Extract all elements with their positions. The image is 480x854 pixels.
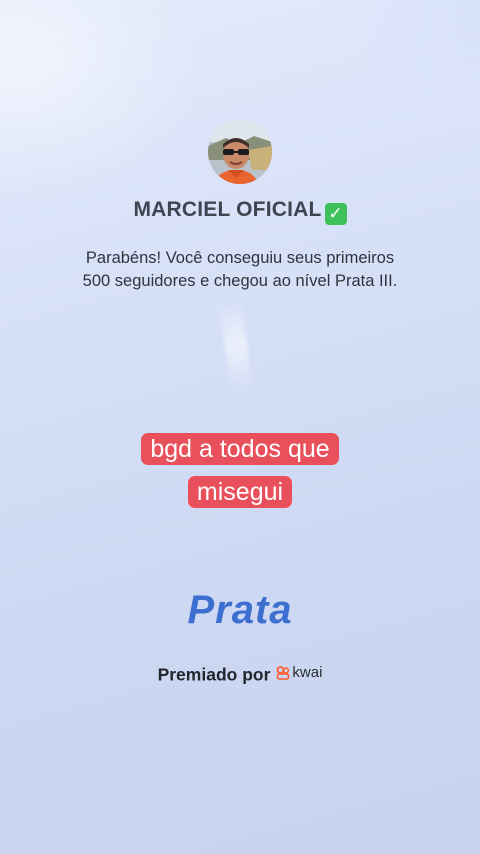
message-line-1: Parabéns! Você conseguiu seus primeiros <box>85 249 395 267</box>
award-label: Premiado por <box>157 664 271 685</box>
message-line-2: 500 seguidores e chegou ao nível Prata I… <box>82 272 398 290</box>
caption-line-1: bgd a todos que <box>141 433 339 465</box>
profile-username: MARCIEL OFICIAL ✓ <box>0 198 480 225</box>
avatar[interactable] <box>208 120 272 184</box>
award-line: Premiado por kwai <box>0 664 480 686</box>
light-streak-decoration <box>218 298 254 392</box>
kwai-brand[interactable]: kwai <box>276 664 322 681</box>
avatar-photo <box>208 120 272 184</box>
level-badge-title: Prata <box>187 588 293 632</box>
caption-line-2: misegui <box>187 476 293 508</box>
kwai-brand-text: kwai <box>292 664 323 681</box>
username-text: MARCIEL OFICIAL <box>133 198 322 221</box>
achievement-message: Parabéns! Você conseguiu seus primeiros … <box>40 247 440 293</box>
video-caption: bgd a todos que misegui <box>0 428 480 514</box>
check-mark-button-icon: ✓ <box>324 203 347 225</box>
kwai-logo-icon <box>276 665 290 680</box>
